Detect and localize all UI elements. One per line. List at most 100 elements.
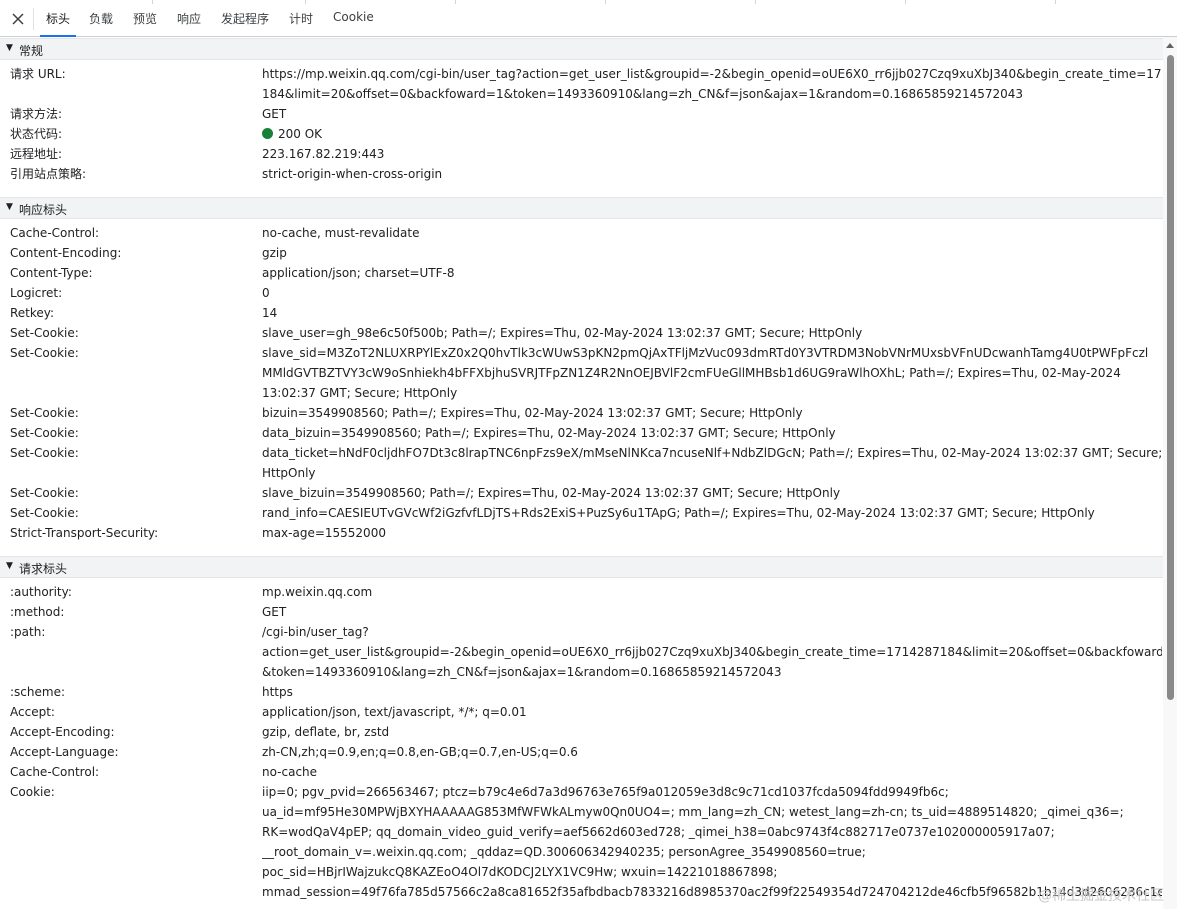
watermark: @稀土掘金技术社区 xyxy=(1038,888,1164,904)
header-value: mp.weixin.qq.com xyxy=(262,582,1162,602)
value-line: action=get_user_list&groupid=-2&begin_op… xyxy=(262,645,1162,659)
scroll-up-arrow-icon[interactable] xyxy=(1166,43,1174,48)
header-key: Retkey: xyxy=(10,306,55,320)
header-key: Set-Cookie: xyxy=(10,426,79,440)
header-value: 0 xyxy=(262,283,1162,303)
header-value: GET xyxy=(262,107,287,121)
header-key: 请求方法: xyxy=(10,107,63,121)
vertical-scrollbar[interactable] xyxy=(1163,37,1177,909)
header-key: 远程地址: xyxy=(10,147,63,161)
header-key: Accept-Language: xyxy=(10,745,119,759)
value-line: RK=wodQaV4pEP; qq_domain_video_guid_veri… xyxy=(262,825,1055,839)
value-line: data_bizuin=3549908560; Path=/; Expires=… xyxy=(262,426,836,440)
tab-response[interactable]: 响应 xyxy=(177,10,201,34)
header-value: max-age=15552000 xyxy=(262,523,1162,543)
header-value: strict-origin-when-cross-origin xyxy=(262,167,443,181)
value-line: no-cache, must-revalidate xyxy=(262,226,420,240)
header-key: 状态代码: xyxy=(10,127,63,141)
tab-headers[interactable]: 标头 xyxy=(39,10,77,37)
header-key: Set-Cookie: xyxy=(10,326,79,340)
value-line: application/json; charset=UTF-8 xyxy=(262,266,455,280)
value-line: zh-CN,zh;q=0.9,en;q=0.8,en-GB;q=0.7,en-U… xyxy=(262,745,578,759)
collapse-triangle-icon: ▼ xyxy=(6,561,13,571)
header-key: Set-Cookie: xyxy=(10,486,79,500)
top-divider-strip xyxy=(0,0,1177,4)
value-line: /cgi-bin/user_tag? xyxy=(262,625,369,639)
header-value: 200 OK xyxy=(262,124,1162,144)
section-title: 常规 xyxy=(19,44,44,58)
header-value: data_bizuin=3549908560; Path=/; Expires=… xyxy=(262,423,1162,443)
header-value: gzip, deflate, br, zstd xyxy=(262,722,1162,742)
section-general-header[interactable]: ▼ 常规 xyxy=(0,38,1163,60)
header-value: no-cache, must-revalidate xyxy=(262,223,1162,243)
header-value: https://mp.weixin.qq.com/cgi-bin/user_ta… xyxy=(262,64,1162,104)
header-key: 引用站点策略: xyxy=(10,167,87,181)
value-line: GET xyxy=(262,605,287,619)
header-key: Strict-Transport-Security: xyxy=(10,526,159,540)
tab-payload[interactable]: 负载 xyxy=(89,10,113,34)
header-value: slave_sid=M3ZoT2NLUXRPYlExZ0x2Q0hvTlk3cW… xyxy=(262,343,1162,403)
value-line: __root_domain_v=.weixin.qq.com; _qddaz=Q… xyxy=(262,845,866,859)
value-line: gzip, deflate, br, zstd xyxy=(262,725,390,739)
value-line: MMldGVTBZTVY3cW9oSnhiekh4bFFXbjhuSVRJTFp… xyxy=(262,366,1121,380)
section-request-headers-header[interactable]: ▼ 请求标头 xyxy=(0,556,1163,578)
header-key: :method: xyxy=(10,605,65,619)
header-key: Cache-Control: xyxy=(10,765,100,779)
tab-timing[interactable]: 计时 xyxy=(289,10,313,34)
tab-initiator[interactable]: 发起程序 xyxy=(221,10,269,34)
header-value: /cgi-bin/user_tag? action=get_user_list&g… xyxy=(262,622,1162,682)
value-line: https xyxy=(262,685,293,699)
value-line: 0 xyxy=(262,286,270,300)
value-line: poc_sid=HBjrIWajzukcQ8KAZEoO4Ol7dKODCJ2L… xyxy=(262,865,778,879)
value-line: slave_user=gh_98e6c50f500b; Path=/; Expi… xyxy=(262,326,863,340)
section-title: 响应标头 xyxy=(19,203,68,217)
collapse-triangle-icon: ▼ xyxy=(6,202,13,212)
header-key: Logicret: xyxy=(10,286,63,300)
value-line: max-age=15552000 xyxy=(262,526,386,540)
tab-cookies[interactable]: Cookie xyxy=(333,10,374,34)
header-key: :scheme: xyxy=(10,685,65,699)
header-key: 请求 URL: xyxy=(10,67,66,81)
header-key: Set-Cookie: xyxy=(10,406,79,420)
header-value: application/json, text/javascript, */*; … xyxy=(262,702,1162,722)
section-title: 请求标头 xyxy=(19,562,68,576)
value-line: mp.weixin.qq.com xyxy=(262,585,373,599)
header-key: Cookie: xyxy=(10,785,55,799)
header-key: Content-Type: xyxy=(10,266,93,280)
tab-preview[interactable]: 预览 xyxy=(133,10,157,34)
header-value: application/json; charset=UTF-8 xyxy=(262,263,1162,283)
value-line: bizuin=3549908560; Path=/; Expires=Thu, … xyxy=(262,406,803,420)
value-line: &token=1493360910&lang=zh_CN&f=json&ajax… xyxy=(262,665,782,679)
close-icon[interactable] xyxy=(9,10,27,28)
header-value: 223.167.82.219:443 xyxy=(262,147,385,161)
header-key: :authority: xyxy=(10,585,72,599)
header-value: bizuin=3549908560; Path=/; Expires=Thu, … xyxy=(262,403,1162,423)
value-line: ua_id=mf95He30MPWjBXYHAAAAAG853MfWFWkALm… xyxy=(262,805,1124,819)
header-value: iip=0; pgv_pvid=266563467; ptcz=b79c4e6d… xyxy=(262,782,1162,902)
collapse-triangle-icon: ▼ xyxy=(6,43,13,53)
status-dot-icon xyxy=(262,128,273,139)
header-value: rand_info=CAESIEUTvGVcWf2iGzfvfLDjTS+Rds… xyxy=(262,503,1162,523)
value-line: https://mp.weixin.qq.com/cgi-bin/user_ta… xyxy=(262,67,1162,81)
header-key: Cache-Control: xyxy=(10,226,100,240)
value-line: data_ticket=hNdF0cljdhFO7Dt3c8lrapTNC6np… xyxy=(262,446,1162,460)
header-key: Content-Encoding: xyxy=(10,246,122,260)
value-line: 13:02:37 GMT; Secure; HttpOnly xyxy=(262,386,458,400)
status-text: 200 OK xyxy=(278,127,323,141)
header-value: data_ticket=hNdF0cljdhFO7Dt3c8lrapTNC6np… xyxy=(262,443,1162,483)
section-response-headers-header[interactable]: ▼ 响应标头 xyxy=(0,197,1163,219)
tab-separator xyxy=(33,8,34,30)
headers-panel: ▼ 常规 请求 URL: https://mp.weixin.qq.com/cg… xyxy=(0,37,1163,909)
value-line: 14 xyxy=(262,306,278,320)
header-value: slave_bizuin=3549908560; Path=/; Expires… xyxy=(262,483,1162,503)
value-line: gzip xyxy=(262,246,287,260)
value-line: rand_info=CAESIEUTvGVcWf2iGzfvfLDjTS+Rds… xyxy=(262,506,1095,520)
header-value: https xyxy=(262,682,1162,702)
value-line: iip=0; pgv_pvid=266563467; ptcz=b79c4e6d… xyxy=(262,785,949,799)
header-value: zh-CN,zh;q=0.9,en;q=0.8,en-GB;q=0.7,en-U… xyxy=(262,742,1162,762)
value-line: 184&limit=20&offset=0&backfoward=1&token… xyxy=(262,87,1024,101)
devtools-tab-bar: 标头 负载 预览 响应 发起程序 计时 Cookie xyxy=(0,0,1177,37)
header-key: Accept-Encoding: xyxy=(10,725,115,739)
value-line: HttpOnly xyxy=(262,466,316,480)
scrollbar-thumb[interactable] xyxy=(1167,55,1174,700)
